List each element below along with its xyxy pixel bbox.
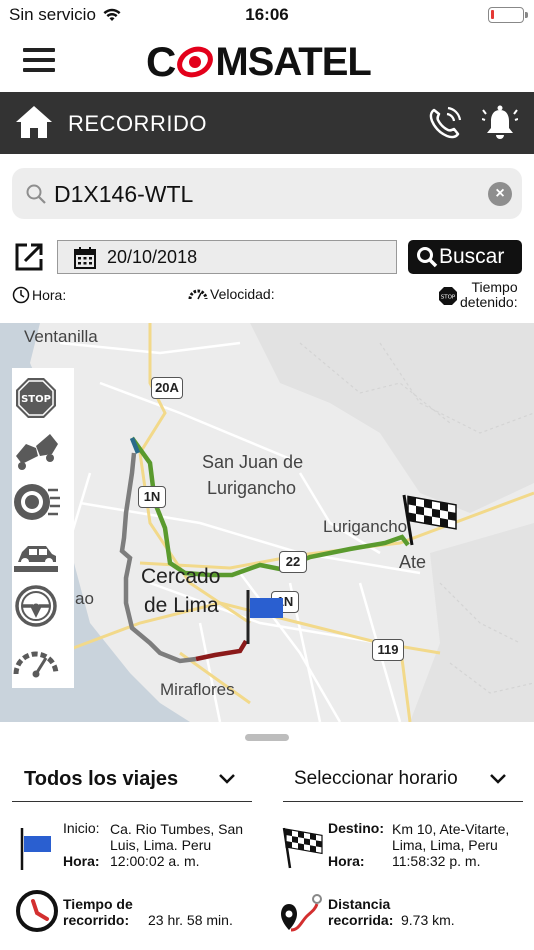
hora-label: Hora:	[32, 287, 67, 303]
status-bar: Sin servicio 16:06	[0, 0, 534, 30]
start-flag-icon[interactable]	[243, 588, 287, 646]
map-label-ate: Ate	[399, 552, 427, 572]
brake-filter-icon[interactable]	[12, 480, 60, 524]
plate-search-box: ×	[12, 168, 522, 219]
info-tiempo-detenido: STOP Tiempo detenido:	[438, 280, 518, 310]
trip-destination-time: 11:58:32 p. m.	[392, 853, 481, 869]
logo-bar: C MSATEL	[0, 30, 534, 92]
trips-selector-label: Todos los viajes	[24, 768, 179, 790]
route-distance-icon	[281, 894, 322, 932]
search-icon	[26, 184, 46, 204]
search-button[interactable]: Buscar	[408, 240, 522, 274]
nav-bar: RECORRIDO	[0, 92, 534, 154]
route-map[interactable]: Ventanilla San Juan de Lurigancho Luriga…	[0, 323, 534, 722]
route-shield-119: 119	[372, 639, 404, 661]
tiempo-label-l2: detenido:	[460, 294, 518, 310]
map-label-cercado-2: de Lima	[144, 594, 219, 617]
finish-flag-icon[interactable]	[400, 491, 462, 549]
stop-filter-icon[interactable]: STOP	[12, 376, 60, 420]
trips-selector[interactable]: Todos los viajes	[12, 760, 252, 802]
tiempo-label-l1: Tiempo	[471, 279, 518, 295]
clock-icon	[12, 286, 30, 304]
map-label-sjl-1: San Juan de	[202, 452, 304, 472]
chevron-down-icon	[490, 774, 506, 784]
speed-gauge-icon	[188, 289, 208, 300]
trip-start-address-2: Luis, Lima. Peru	[110, 837, 212, 853]
export-icon[interactable]	[13, 241, 45, 273]
stop-sign-icon: STOP	[439, 287, 457, 305]
schedule-selector-label: Seleccionar horario	[294, 768, 458, 789]
date-field[interactable]: 20/10/2018	[57, 240, 397, 274]
route-shield-1n: 1N	[138, 486, 166, 508]
route-gray	[119, 452, 197, 664]
svg-text:STOP: STOP	[21, 394, 51, 405]
velocidad-label: Velocidad:	[210, 286, 275, 302]
trip-destination-label: Destino:	[328, 820, 384, 836]
finish-flag-icon	[282, 827, 323, 869]
trip-duration-label-2: recorrido:	[63, 912, 130, 928]
status-time: 16:06	[245, 5, 289, 24]
map-label-lurigancho: Lurigancho	[323, 517, 408, 536]
trip-start-time-label: Hora:	[63, 853, 100, 869]
battery-icon	[488, 7, 528, 23]
info-velocidad: Velocidad:	[188, 286, 275, 302]
phone-call-icon[interactable]	[426, 104, 464, 142]
alarm-bell-icon[interactable]	[482, 104, 518, 142]
vehicle-filter-icon[interactable]	[12, 532, 60, 576]
steering-filter-icon[interactable]	[12, 584, 60, 628]
speedometer-filter-icon[interactable]	[12, 636, 60, 680]
trip-distance-label-2: recorrida:	[328, 912, 394, 928]
home-icon[interactable]	[15, 104, 53, 140]
trip-start-time: 12:00:02 a. m.	[110, 853, 200, 869]
clock-icon	[16, 890, 58, 932]
map-label-sjl-2: Lurigancho	[207, 478, 297, 498]
crash-filter-icon[interactable]	[12, 428, 60, 472]
route-shield-20a: 20A	[151, 377, 183, 399]
trip-start-label: Inicio:	[63, 820, 100, 836]
svg-text:STOP: STOP	[441, 295, 456, 301]
clear-search-icon[interactable]: ×	[488, 182, 512, 206]
trip-duration-value: 23 hr. 58 min.	[148, 912, 233, 928]
map-label-callao: ao	[75, 589, 94, 608]
sheet-drag-handle[interactable]	[245, 734, 289, 741]
chevron-down-icon	[219, 774, 235, 784]
info-hora: Hora:	[12, 286, 66, 304]
trip-destination-address-1: Km 10, Ate-Vitarte,	[392, 821, 510, 837]
search-icon	[417, 247, 438, 268]
search-button-label: Buscar	[439, 245, 505, 268]
schedule-selector[interactable]: Seleccionar horario	[283, 760, 523, 802]
trip-destination-address-2: Lima, Lima, Peru	[392, 837, 498, 853]
trip-start-address-1: Ca. Rio Tumbes, San	[110, 821, 244, 837]
plate-search-input[interactable]	[54, 176, 474, 212]
menu-icon[interactable]	[23, 48, 55, 72]
route-shield-22: 22	[279, 551, 307, 573]
map-label-cercado-1: Cercado	[141, 565, 221, 588]
trip-distance-value: 9.73 km.	[401, 912, 455, 928]
trip-destination-time-label: Hora:	[328, 853, 365, 869]
date-value: 20/10/2018	[107, 247, 198, 267]
trip-distance-label-1: Distancia	[328, 896, 391, 912]
start-flag-icon	[20, 828, 51, 870]
trip-duration-label-1: Tiempo de	[63, 896, 133, 912]
calendar-icon	[74, 247, 96, 269]
map-label-miraflores: Miraflores	[160, 680, 235, 699]
map-label-ventanilla: Ventanilla	[24, 327, 98, 346]
comsatel-logo: C MSATEL	[146, 38, 372, 85]
map-filter-panel: STOP	[12, 368, 74, 688]
page-title: RECORRIDO	[68, 111, 207, 136]
logo-globe-icon	[177, 46, 214, 78]
